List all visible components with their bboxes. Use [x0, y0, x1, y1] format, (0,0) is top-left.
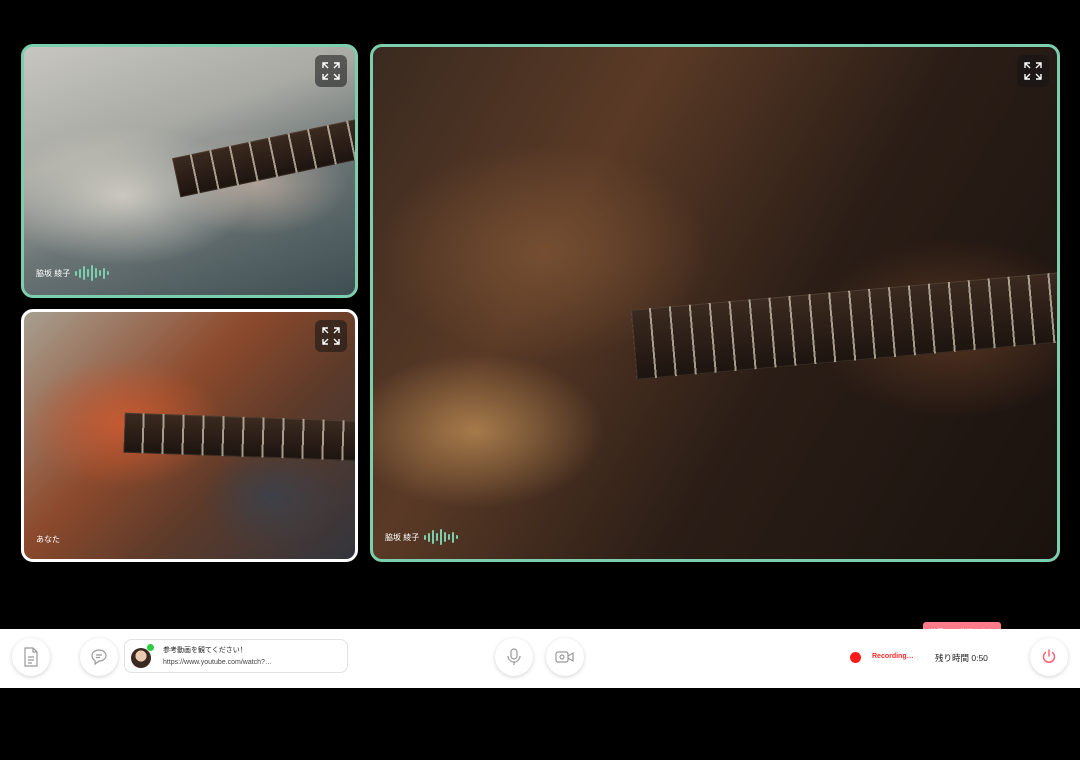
recording-label: Recording…: [872, 653, 914, 660]
video-frame: [123, 412, 355, 462]
participant-name: あなた: [36, 535, 60, 544]
recording-indicator: [850, 652, 861, 663]
video-tile-self[interactable]: あなた: [21, 309, 358, 562]
microphone-button[interactable]: [495, 638, 533, 676]
video-tile-participant-1[interactable]: 脇坂 綾子: [21, 44, 358, 298]
control-bar: 参考動画を観てください！ https://www.youtube.com/wat…: [0, 629, 1080, 688]
chat-preview[interactable]: 参考動画を観てください！ https://www.youtube.com/wat…: [124, 639, 348, 673]
audio-waveform-icon: [424, 529, 459, 545]
expand-icon[interactable]: [315, 55, 347, 87]
video-camera-icon: [555, 651, 574, 663]
chat-icon: [91, 649, 107, 666]
video-tile-main[interactable]: 脇坂 綾子: [370, 44, 1060, 562]
online-status-dot: [147, 644, 154, 651]
participant-label: あなた: [36, 534, 60, 545]
microphone-icon: [507, 648, 521, 665]
document-icon: [24, 647, 38, 667]
document-button[interactable]: [12, 638, 50, 676]
power-icon: [1042, 649, 1056, 663]
participant-name: 脇坂 綾子: [385, 532, 420, 542]
remaining-time: 残り時間 0:50: [935, 653, 988, 663]
chat-button[interactable]: [80, 638, 118, 676]
expand-icon[interactable]: [1017, 55, 1049, 87]
participant-label: 脇坂 綾子: [385, 529, 459, 545]
video-frame: [172, 116, 355, 198]
avatar: [131, 648, 151, 668]
participant-name: 脇坂 綾子: [36, 268, 71, 278]
expand-icon[interactable]: [315, 320, 347, 352]
audio-waveform-icon: [75, 265, 110, 281]
chat-message: 参考動画を観てください！: [163, 647, 247, 654]
chat-link[interactable]: https://www.youtube.com/watch?…: [163, 659, 272, 666]
video-frame: [630, 264, 1057, 380]
end-call-button[interactable]: [1030, 638, 1068, 676]
camera-button[interactable]: [546, 638, 584, 676]
participant-label: 脇坂 綾子: [36, 265, 110, 281]
